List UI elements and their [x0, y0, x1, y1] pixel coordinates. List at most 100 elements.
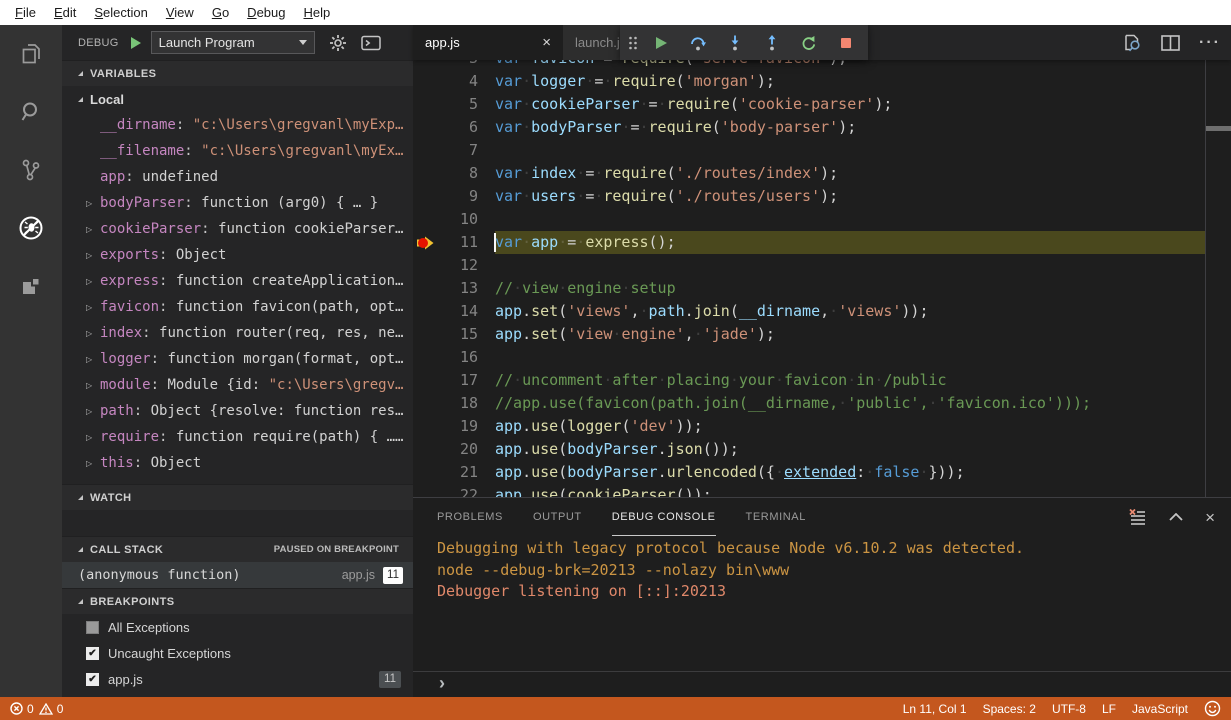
variable-exports[interactable]: ▷exports: Object: [62, 242, 413, 268]
open-debug-console-button[interactable]: [361, 35, 381, 51]
gutter-line-20[interactable]: 20: [413, 438, 495, 461]
encoding[interactable]: UTF-8: [1052, 702, 1086, 716]
code-line-3[interactable]: 3var·favicon·=·require('serve-favicon');: [413, 60, 1231, 70]
variable-module[interactable]: ▷module: Module {id: "c:\Users\gregv…: [62, 372, 413, 398]
step-over-button[interactable]: [679, 25, 716, 60]
errors-status[interactable]: 0: [10, 702, 34, 716]
code-line-11[interactable]: 11var·app·=·express();: [413, 231, 1231, 254]
step-into-button[interactable]: [716, 25, 753, 60]
variable-cookieParser[interactable]: ▷cookieParser: function cookieParser…: [62, 216, 413, 242]
gutter-line-18[interactable]: 18: [413, 392, 495, 415]
breakpoint-row[interactable]: ✔Uncaught Exceptions: [62, 640, 413, 666]
gutter-line-19[interactable]: 19: [413, 415, 495, 438]
editor-scrollbar[interactable]: [1205, 60, 1231, 497]
gutter-line-21[interactable]: 21: [413, 461, 495, 484]
language-mode[interactable]: JavaScript: [1132, 702, 1188, 716]
variable-__dirname[interactable]: __dirname: "c:\Users\gregvanl\myExp…: [62, 112, 413, 138]
twisty-collapsed-icon[interactable]: ▷: [86, 277, 100, 286]
stop-button[interactable]: [827, 25, 864, 60]
debug-console-input[interactable]: ›: [413, 671, 1231, 697]
twisty-collapsed-icon[interactable]: ▷: [86, 251, 100, 260]
code-line-5[interactable]: 5var·cookieParser·=·require('cookie-pars…: [413, 93, 1231, 116]
code-line-6[interactable]: 6var·bodyParser·=·require('body-parser')…: [413, 116, 1231, 139]
code-line-20[interactable]: 20app.use(bodyParser.json());: [413, 438, 1231, 461]
debug-settings-button[interactable]: [329, 34, 347, 52]
close-icon[interactable]: ×: [542, 35, 551, 50]
gutter-line-12[interactable]: 12: [413, 254, 495, 277]
gutter-line-3[interactable]: 3: [413, 60, 495, 70]
call-stack-frame[interactable]: (anonymous function) app.js 11: [62, 562, 413, 588]
twisty-collapsed-icon[interactable]: ▷: [86, 329, 100, 338]
current-breakpoint-icon[interactable]: [416, 235, 435, 251]
split-editor-icon[interactable]: [1161, 35, 1180, 51]
variable-bodyParser[interactable]: ▷bodyParser: function (arg0) { … }: [62, 190, 413, 216]
close-panel-icon[interactable]: ×: [1205, 509, 1215, 526]
panel-tab-problems[interactable]: PROBLEMS: [437, 498, 503, 536]
activity-item-search[interactable]: [0, 83, 62, 141]
twisty-collapsed-icon[interactable]: ▷: [86, 433, 100, 442]
variable-favicon[interactable]: ▷favicon: function favicon(path, opt…: [62, 294, 413, 320]
start-debug-button[interactable]: [129, 36, 143, 50]
menu-selection[interactable]: Selection: [85, 5, 156, 20]
eol-sequence[interactable]: LF: [1102, 702, 1116, 716]
feedback-smiley-icon[interactable]: [1204, 700, 1221, 717]
gutter-line-4[interactable]: 4: [413, 70, 495, 93]
twisty-collapsed-icon[interactable]: ▷: [86, 199, 100, 208]
twisty-collapsed-icon[interactable]: ▷: [86, 303, 100, 312]
code-line-19[interactable]: 19app.use(logger('dev'));: [413, 415, 1231, 438]
variables-scope-local[interactable]: Local: [62, 86, 413, 112]
variables-section-header[interactable]: VARIABLES: [62, 60, 413, 86]
gutter-line-15[interactable]: 15: [413, 323, 495, 346]
code-line-18[interactable]: 18//app.use(favicon(path.join(__dirname,…: [413, 392, 1231, 415]
code-line-21[interactable]: 21app.use(bodyParser.urlencoded({·extend…: [413, 461, 1231, 484]
code-line-4[interactable]: 4var·logger·=·require('morgan');: [413, 70, 1231, 93]
gutter-line-9[interactable]: 9: [413, 185, 495, 208]
indentation[interactable]: Spaces: 2: [983, 702, 1036, 716]
activity-item-source-control[interactable]: [0, 141, 62, 199]
variable-require[interactable]: ▷require: function require(path) { ……: [62, 424, 413, 450]
more-actions-icon[interactable]: ···: [1199, 35, 1221, 51]
twisty-collapsed-icon[interactable]: ▷: [86, 459, 100, 468]
call-stack-section-header[interactable]: CALL STACK PAUSED ON BREAKPOINT: [62, 536, 413, 562]
panel-tab-debug-console[interactable]: DEBUG CONSOLE: [612, 498, 716, 536]
breakpoint-checkbox[interactable]: ✔: [86, 647, 99, 660]
gutter-line-13[interactable]: 13: [413, 277, 495, 300]
breakpoint-row[interactable]: All Exceptions: [62, 614, 413, 640]
code-line-10[interactable]: 10: [413, 208, 1231, 231]
variable-app[interactable]: app: undefined: [62, 164, 413, 190]
code-editor[interactable]: 3var·favicon·=·require('serve-favicon');…: [413, 60, 1231, 497]
debug-configuration-select[interactable]: Launch Program: [151, 31, 315, 54]
gutter-line-5[interactable]: 5: [413, 93, 495, 116]
breakpoints-section-header[interactable]: BREAKPOINTS: [62, 588, 413, 614]
code-line-14[interactable]: 14app.set('views',·path.join(__dirname,·…: [413, 300, 1231, 323]
panel-tab-output[interactable]: OUTPUT: [533, 498, 582, 536]
code-line-13[interactable]: 13//·view·engine·setup: [413, 277, 1231, 300]
activity-item-extensions[interactable]: [0, 257, 62, 315]
gutter-line-14[interactable]: 14: [413, 300, 495, 323]
maximize-panel-icon[interactable]: [1169, 513, 1183, 521]
gutter-line-7[interactable]: 7: [413, 139, 495, 162]
menu-go[interactable]: Go: [203, 5, 238, 20]
breakpoint-row[interactable]: ✔app.js11: [62, 666, 413, 692]
gutter-line-8[interactable]: 8: [413, 162, 495, 185]
variable-index[interactable]: ▷index: function router(req, res, ne…: [62, 320, 413, 346]
menu-view[interactable]: View: [157, 5, 203, 20]
twisty-collapsed-icon[interactable]: ▷: [86, 355, 100, 364]
tab-app-js[interactable]: app.js ×: [413, 25, 563, 60]
twisty-collapsed-icon[interactable]: ▷: [86, 225, 100, 234]
code-line-7[interactable]: 7: [413, 139, 1231, 162]
watch-section-header[interactable]: WATCH: [62, 484, 413, 510]
variable-this[interactable]: ▷this: Object: [62, 450, 413, 476]
code-line-12[interactable]: 12: [413, 254, 1231, 277]
step-out-button[interactable]: [753, 25, 790, 60]
activity-item-debug[interactable]: [0, 199, 62, 257]
scrollbar-thumb[interactable]: [1206, 126, 1231, 131]
cursor-position[interactable]: Ln 11, Col 1: [903, 702, 967, 716]
code-line-8[interactable]: 8var·index·=·require('./routes/index');: [413, 162, 1231, 185]
variable-logger[interactable]: ▷logger: function morgan(format, opt…: [62, 346, 413, 372]
activity-item-explorer[interactable]: [0, 25, 62, 83]
panel-tab-terminal[interactable]: TERMINAL: [746, 498, 806, 536]
gutter-line-6[interactable]: 6: [413, 116, 495, 139]
menu-file[interactable]: File: [6, 5, 45, 20]
continue-button[interactable]: [642, 25, 679, 60]
